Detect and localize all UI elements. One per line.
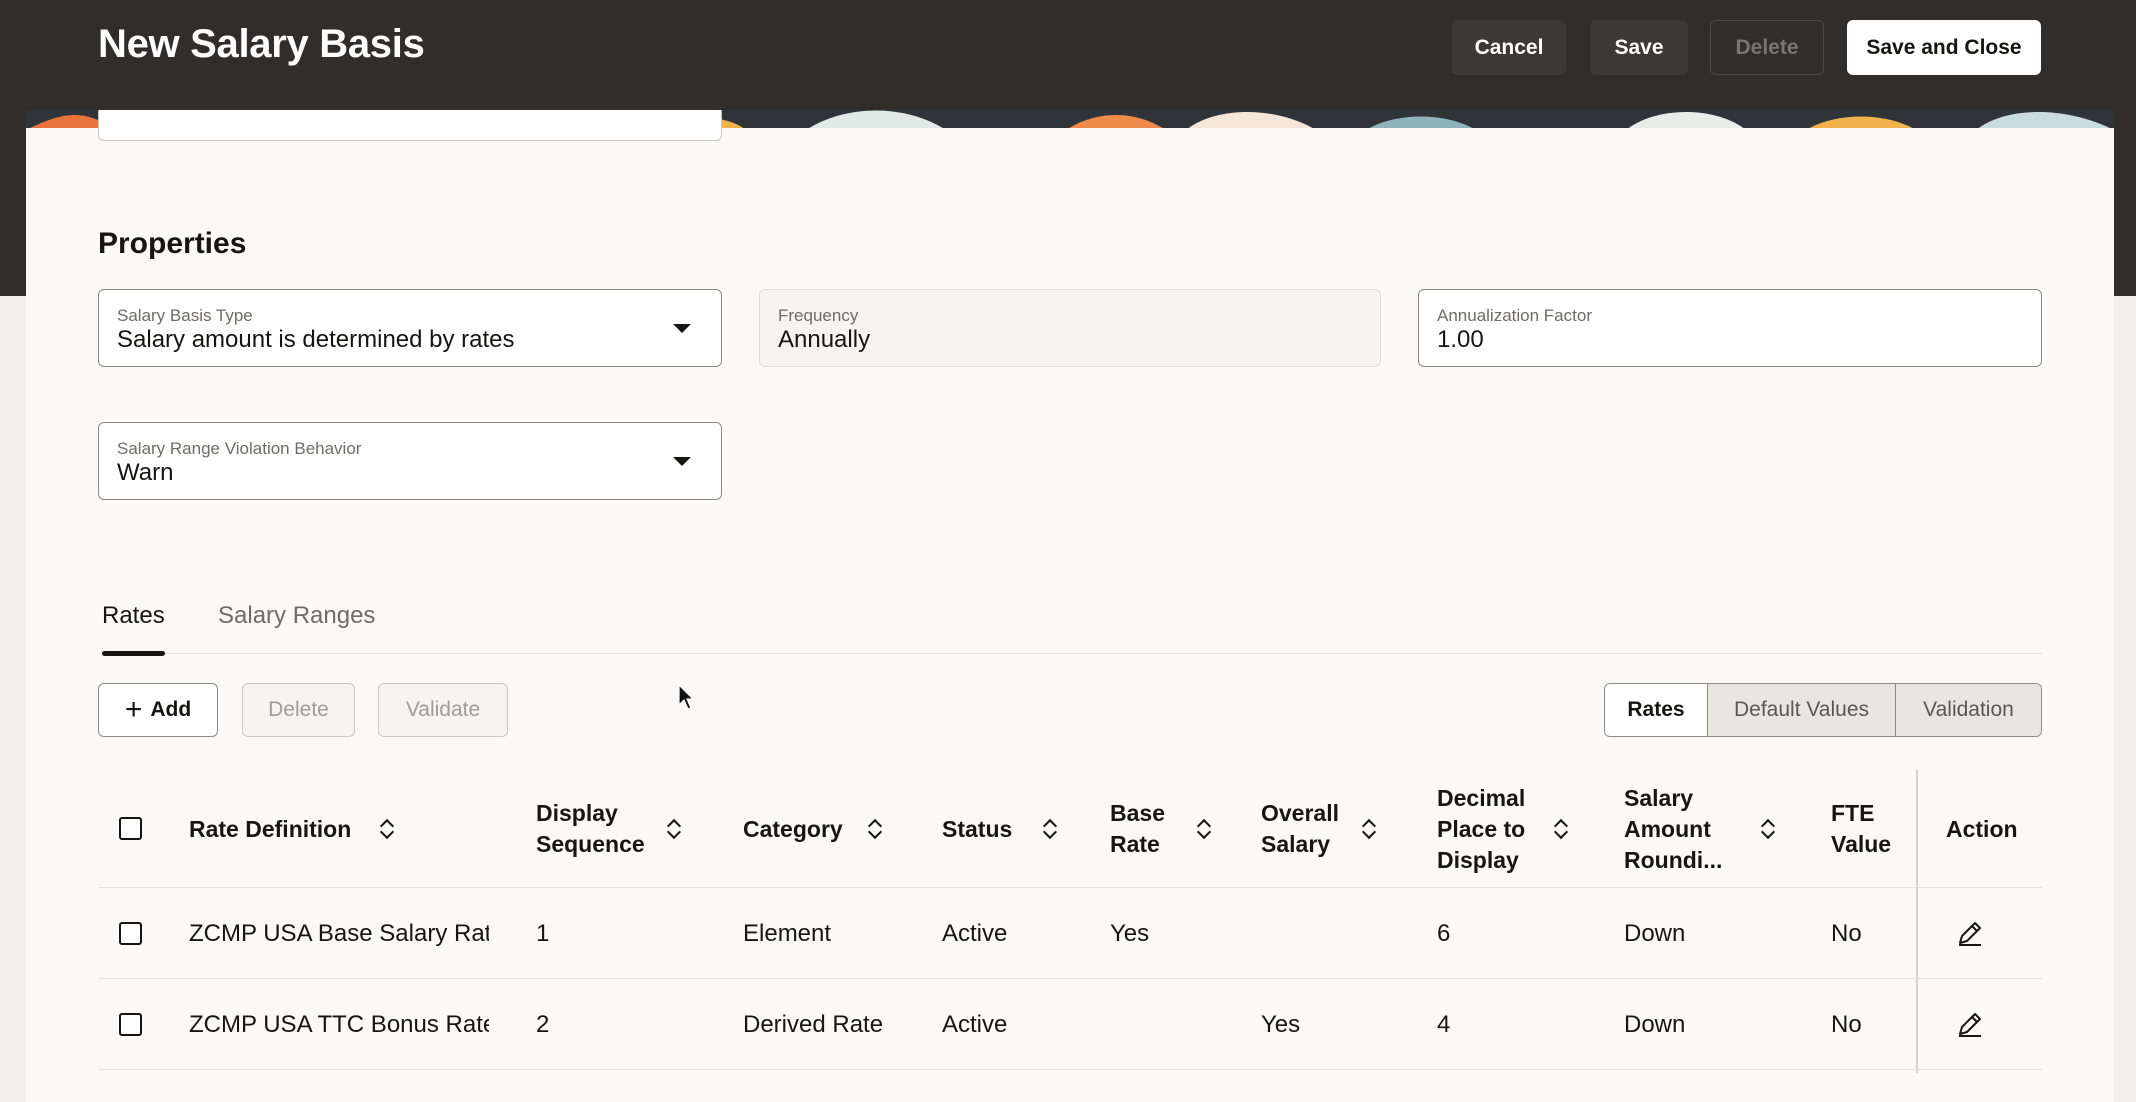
tab-salary-ranges[interactable]: Salary Ranges	[218, 600, 375, 654]
cell-decimal-place: 4	[1437, 1010, 1451, 1038]
cell-base-rate	[1110, 979, 1240, 1070]
cancel-button[interactable]: Cancel	[1452, 20, 1566, 75]
plus-icon: +	[124, 693, 143, 726]
salary-basis-type-select[interactable]: Salary Basis Type Salary amount is deter…	[98, 289, 722, 367]
cell-status: Active	[942, 919, 1008, 947]
view-switcher: Rates Default Values Validation	[1604, 683, 2042, 737]
page-title: New Salary Basis	[98, 22, 425, 66]
col-base-rate[interactable]: Base Rate	[1110, 770, 1240, 888]
cell-rate-definition: ZCMP USA Base Salary Rate	[189, 919, 489, 947]
col-decimal-place[interactable]: Decimal Place to Display	[1437, 770, 1607, 888]
add-rate-button[interactable]: + Add	[98, 683, 218, 737]
salary-basis-type-label: Salary Basis Type	[117, 306, 253, 325]
active-tab-indicator	[102, 651, 165, 656]
chevron-down-icon[interactable]	[673, 324, 691, 333]
row-checkbox[interactable]	[119, 922, 142, 945]
save-and-close-button[interactable]: Save and Close	[1847, 20, 2041, 75]
validate-button[interactable]: Validate	[378, 683, 508, 737]
sort-icon[interactable]	[1198, 818, 1210, 840]
cell-display-sequence: 1	[536, 919, 550, 947]
cell-fte-value: No	[1831, 919, 1862, 947]
cell-overall-salary: Yes	[1261, 1010, 1301, 1038]
tab-salary-ranges-label: Salary Ranges	[218, 602, 376, 629]
annualization-factor-field[interactable]: Annualization Factor 1.00	[1418, 289, 2042, 367]
col-rate-definition-label: Rate Definition	[189, 815, 352, 842]
col-status[interactable]: Status	[942, 770, 1082, 888]
add-rate-label: Add	[150, 698, 192, 721]
salary-range-violation-select[interactable]: Salary Range Violation Behavior Warn	[98, 422, 722, 500]
cell-decimal-place: 6	[1437, 919, 1451, 947]
col-display-sequence-label: Display Sequence	[536, 800, 645, 857]
cell-display-sequence: 2	[536, 1010, 550, 1038]
delete-button[interactable]: Delete	[1710, 20, 1824, 75]
cell-base-rate: Yes	[1110, 919, 1150, 947]
col-overall-salary-label: Overall Salary	[1261, 800, 1339, 857]
row-checkbox[interactable]	[119, 1013, 142, 1036]
sort-icon[interactable]	[1363, 818, 1375, 840]
page-header: New Salary Basis Cancel Save Delete Save…	[0, 0, 2136, 110]
frequency-label: Frequency	[778, 306, 859, 325]
sort-icon[interactable]	[1044, 818, 1056, 840]
sort-icon[interactable]	[668, 818, 680, 840]
annualization-factor-label: Annualization Factor	[1437, 306, 1592, 325]
salary-range-violation-label: Salary Range Violation Behavior	[117, 439, 362, 458]
chevron-down-icon[interactable]	[673, 457, 691, 466]
save-button[interactable]: Save	[1590, 20, 1688, 75]
col-category-label: Category	[743, 815, 843, 842]
cell-rounding: Down	[1624, 919, 1686, 947]
col-overall-salary[interactable]: Overall Salary	[1261, 770, 1411, 888]
sort-icon[interactable]	[1555, 818, 1567, 840]
tab-bar: Rates Salary Ranges	[98, 600, 2042, 656]
cell-category: Element	[743, 919, 832, 947]
col-action: Action	[1946, 770, 2042, 888]
frequency-field: Frequency Annually	[759, 289, 1381, 367]
pencil-icon[interactable]	[1956, 919, 1984, 947]
delete-rate-button[interactable]: Delete	[242, 683, 355, 737]
salary-basis-type-value: Salary amount is determined by rates	[117, 326, 515, 353]
view-default-values[interactable]: Default Values	[1707, 684, 1895, 736]
sort-icon[interactable]	[381, 818, 393, 840]
annualization-factor-value[interactable]: 1.00	[1437, 326, 1484, 354]
sort-icon[interactable]	[1762, 818, 1774, 840]
cell-rate-definition: ZCMP USA TTC Bonus Rate	[189, 1010, 489, 1038]
tab-rates-label: Rates	[102, 602, 165, 629]
sort-icon[interactable]	[869, 818, 881, 840]
scrolled-field-bottom-edge	[98, 110, 722, 141]
frequency-value: Annually	[778, 326, 871, 353]
table-header: Rate Definition Display Sequence Categor…	[98, 770, 2042, 888]
col-rate-definition[interactable]: Rate Definition	[189, 770, 439, 888]
properties-section-title: Properties	[98, 227, 247, 260]
table-row[interactable]: ZCMP USA Base Salary Rate 1 Element Acti…	[98, 888, 2042, 979]
salary-range-violation-value: Warn	[117, 459, 174, 486]
col-category[interactable]: Category	[743, 770, 903, 888]
view-rates[interactable]: Rates	[1605, 684, 1707, 736]
table-row[interactable]: ZCMP USA TTC Bonus Rate 2 Derived Rate A…	[98, 979, 2042, 1070]
cell-rounding: Down	[1624, 1010, 1686, 1038]
mouse-pointer-icon	[678, 684, 694, 710]
view-validation[interactable]: Validation	[1895, 684, 2041, 736]
col-display-sequence[interactable]: Display Sequence	[536, 770, 696, 888]
col-fte-value-label: FTE Value	[1831, 800, 1892, 857]
col-action-label: Action	[1946, 815, 2018, 842]
col-fte-value: FTE Value	[1831, 770, 1911, 888]
cell-overall-salary	[1261, 888, 1411, 979]
select-all-checkbox[interactable]	[119, 817, 142, 840]
tab-rates[interactable]: Rates	[102, 600, 165, 656]
col-status-label: Status	[942, 815, 1013, 842]
cell-fte-value: No	[1831, 1010, 1862, 1038]
col-base-rate-label: Base Rate	[1110, 800, 1165, 857]
cell-status: Active	[942, 1010, 1008, 1038]
pencil-icon[interactable]	[1956, 1010, 1984, 1038]
col-decimal-place-label: Decimal Place to Display	[1437, 784, 1526, 873]
col-salary-amount-rounding-label: Salary Amount Roundi...	[1624, 784, 1723, 873]
cell-category: Derived Rate	[743, 1010, 884, 1038]
col-salary-amount-rounding[interactable]: Salary Amount Roundi...	[1624, 770, 1804, 888]
